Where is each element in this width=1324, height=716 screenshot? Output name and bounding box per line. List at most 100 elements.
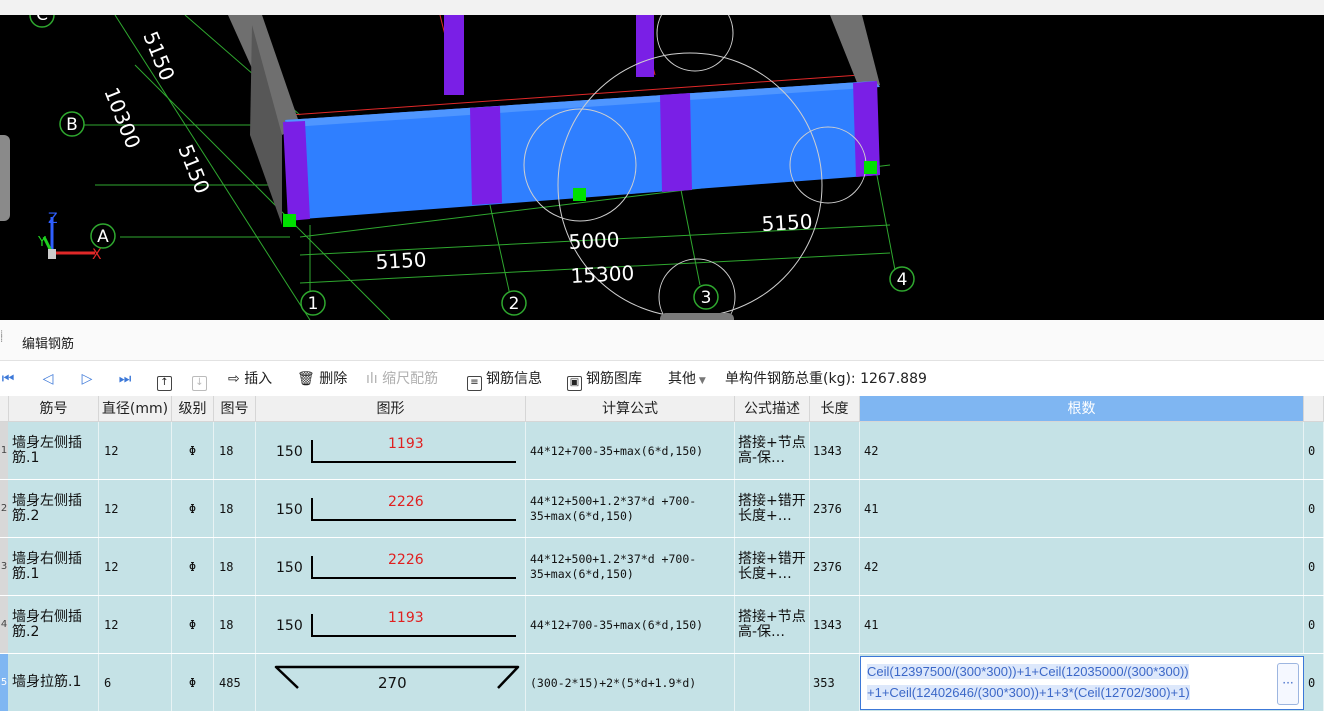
grade-cell: Φ	[172, 422, 214, 479]
insert-icon: ⇨	[228, 371, 245, 387]
top-strip	[0, 0, 1324, 15]
length-cell: 2376	[810, 538, 860, 595]
shape-no-cell: 18	[214, 596, 256, 653]
header-grade[interactable]: 级别	[172, 396, 214, 422]
grade-cell: Φ	[172, 538, 214, 595]
count-editor-text[interactable]: Ceil(12397500/(300*300))+1+Ceil(12035000…	[867, 664, 1190, 700]
bottom-collapse-handle[interactable]	[660, 313, 734, 320]
formula-cell: 44*12+700-35+max(6*d,150)	[526, 422, 735, 479]
count-editor[interactable]: Ceil(12397500/(300*300))+1+Ceil(12035000…	[860, 656, 1304, 710]
length-cell: 353	[810, 654, 860, 711]
dim-left-bottom: 5150	[173, 141, 214, 197]
length-cell: 2376	[810, 480, 860, 537]
dim-left-total: 10300	[99, 84, 145, 152]
shape-no-cell: 18	[214, 422, 256, 479]
shape-main-length: 270	[378, 674, 407, 692]
drag-grip-icon[interactable]: ⁞ ⁞	[0, 330, 8, 352]
rebar-info-icon: ≡	[467, 376, 482, 391]
shape-no-cell: 18	[214, 538, 256, 595]
extra-cell: 0	[1304, 654, 1324, 711]
formula-desc-cell: 搭接+节点高-保…	[735, 422, 810, 479]
gizmo-z-label: Z	[48, 211, 58, 227]
dim-left-top: 5150	[138, 28, 179, 84]
count-cell: 41	[860, 480, 1304, 537]
rebar-library-button[interactable]: ▣ 钢筋图库	[567, 362, 642, 396]
panel-header: ⁞ ⁞ 编辑钢筋	[0, 320, 1324, 361]
delete-label: 删除	[319, 371, 348, 387]
diameter-cell: 12	[99, 596, 172, 653]
rebar-info-label: 钢筋信息	[486, 371, 542, 387]
shape-no-cell: 485	[214, 654, 256, 711]
bar-no-cell: 墙身左侧插筋.2	[12, 492, 82, 524]
side-collapse-handle[interactable]	[0, 135, 10, 221]
prev-record-icon[interactable]: ◁	[40, 371, 56, 387]
move-up-button[interactable]: ↑	[157, 362, 176, 396]
grade-cell: Φ	[172, 654, 214, 711]
header-length[interactable]: 长度	[810, 396, 860, 422]
grade-cell: Φ	[172, 480, 214, 537]
header-formula[interactable]: 计算公式	[526, 396, 735, 422]
extra-cell: 0	[1304, 480, 1324, 537]
grade-cell: Φ	[172, 596, 214, 653]
next-record-icon[interactable]: ▷	[79, 371, 95, 387]
axis-label-b: B	[66, 115, 78, 135]
header-formula-desc[interactable]: 公式描述	[735, 396, 810, 422]
header-diameter[interactable]: 直径(mm)	[99, 396, 172, 422]
total-weight-label: 单构件钢筋总重(kg):	[725, 371, 856, 387]
axis-label-1: 1	[308, 294, 319, 314]
rebar-library-label: 钢筋图库	[586, 371, 642, 387]
table-row[interactable]: 1 墙身左侧插筋.1 12 Φ 18 150 1193 44*12+700-35+…	[0, 422, 1324, 480]
rebar-info-button[interactable]: ≡ 钢筋信息	[467, 362, 542, 396]
diameter-cell: 12	[99, 422, 172, 479]
formula-desc-cell	[735, 654, 810, 711]
rebar-library-icon: ▣	[567, 376, 582, 391]
count-cell: 42	[860, 422, 1304, 479]
header-count[interactable]: 根数	[860, 396, 1304, 422]
bar-no-cell: 墙身右侧插筋.1	[12, 550, 82, 582]
axis-label-c: C	[36, 15, 48, 25]
gizmo-x-label: X	[92, 247, 102, 263]
insert-button[interactable]: ⇨ 插入	[228, 362, 272, 396]
first-record-icon[interactable]: ⏮	[0, 371, 16, 387]
ellipsis-button[interactable]: ···	[1277, 663, 1299, 705]
row-index-header	[0, 396, 9, 422]
extra-cell: 0	[1304, 538, 1324, 595]
row-index: 5	[0, 654, 8, 711]
formula-desc-cell: 搭接+节点高-保…	[735, 596, 810, 653]
total-weight: 单构件钢筋总重(kg): 1267.889	[725, 362, 927, 396]
last-record-icon[interactable]: ⏭	[117, 371, 133, 387]
dim-bottom-2: 5000	[568, 227, 620, 254]
header-extra[interactable]	[1304, 396, 1324, 422]
extra-cell: 0	[1304, 422, 1324, 479]
length-cell: 1343	[810, 422, 860, 479]
diameter-cell: 12	[99, 480, 172, 537]
header-shape-no[interactable]: 图号	[214, 396, 256, 422]
model-canvas[interactable]: C B A 1 2 3 4 5150 10300 5150 5150 5000 …	[0, 15, 1324, 320]
extra-cell: 0	[1304, 596, 1324, 653]
chevron-down-icon: ▼	[696, 376, 706, 386]
row-index: 3	[0, 538, 8, 595]
other-dropdown[interactable]: 其他 ▼	[668, 362, 706, 396]
move-down-button[interactable]: ↓	[192, 362, 211, 396]
table-row[interactable]: 4 墙身右侧插筋.2 12 Φ 18 150 1193 44*12+700-35+…	[0, 596, 1324, 654]
shape-cell: 150 2226	[256, 538, 526, 595]
table-row[interactable]: 5 墙身拉筋.1 6 Φ 485 270 (300-2*15)+2*(5*d+1…	[0, 654, 1324, 712]
scale-rebar-button[interactable]: ılı 缩尺配筋	[366, 362, 438, 396]
shape-cell: 150 1193	[256, 422, 526, 479]
trash-icon: 🗑	[297, 371, 320, 387]
3d-viewport[interactable]: C B A 1 2 3 4 5150 10300 5150 5150 5000 …	[0, 15, 1324, 320]
header-shape[interactable]: 图形	[256, 396, 526, 422]
axis-label-2: 2	[509, 294, 520, 314]
shape-cell: 150 2226	[256, 480, 526, 537]
insert-label: 插入	[244, 371, 273, 387]
table-row[interactable]: 2 墙身左侧插筋.2 12 Φ 18 150 2226 44*12+500+1.2…	[0, 480, 1324, 538]
delete-button[interactable]: 🗑 删除	[297, 362, 347, 396]
count-cell: 42	[860, 538, 1304, 595]
move-down-icon: ↓	[192, 376, 207, 391]
table-row[interactable]: 3 墙身右侧插筋.1 12 Φ 18 150 2226 44*12+500+1.2…	[0, 538, 1324, 596]
rebar-table: 筋号 直径(mm) 级别 图号 图形 计算公式 公式描述 长度 根数 1 墙身左…	[0, 396, 1324, 716]
scale-rebar-label: 缩尺配筋	[382, 371, 439, 387]
header-bar-no[interactable]: 筋号	[9, 396, 99, 422]
gizmo-y-label: Y	[37, 235, 46, 250]
shape-no-cell: 18	[214, 480, 256, 537]
